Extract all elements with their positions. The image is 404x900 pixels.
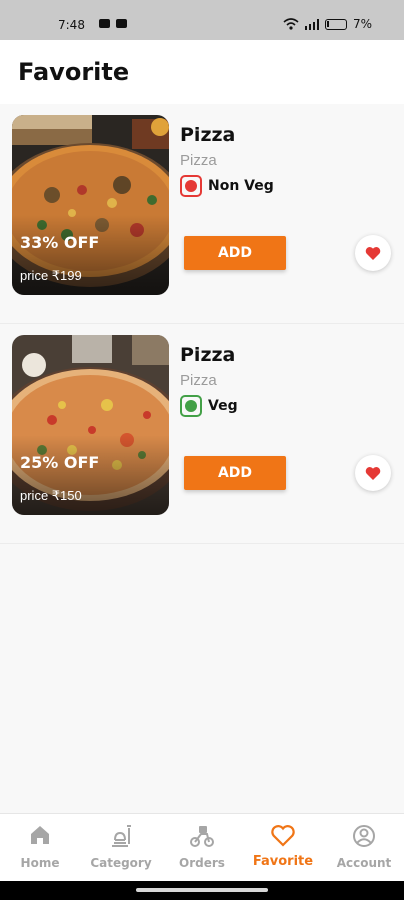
price-label: price ₹150 bbox=[20, 488, 82, 503]
non-veg-icon bbox=[180, 175, 202, 197]
remove-favorite-button[interactable] bbox=[355, 455, 391, 491]
item-name: Pizza bbox=[180, 124, 236, 146]
favorite-item[interactable]: 25% OFF price ₹150 Pizza Pizza Veg ADD bbox=[0, 324, 404, 544]
nav-orders[interactable]: Orders bbox=[162, 814, 242, 882]
diet-label: Non Veg bbox=[208, 178, 274, 194]
nav-home[interactable]: Home bbox=[0, 814, 80, 882]
veg-icon bbox=[180, 395, 202, 417]
heart-icon bbox=[365, 466, 381, 480]
battery-percent: 7% bbox=[352, 17, 372, 31]
nav-label: Category bbox=[90, 856, 152, 870]
favorite-item[interactable]: 33% OFF price ₹199 Pizza Pizza Non Veg A… bbox=[0, 104, 404, 324]
item-info: Pizza Pizza Veg bbox=[180, 344, 238, 417]
nav-category[interactable]: Category bbox=[81, 814, 161, 882]
add-button[interactable]: ADD bbox=[184, 236, 286, 270]
notification-icon bbox=[99, 19, 110, 28]
discount-label: 25% OFF bbox=[20, 453, 100, 472]
bottom-nav: Home Category Orders Favorite Account bbox=[0, 813, 404, 881]
nav-label: Orders bbox=[179, 856, 225, 870]
status-time: 7:48 bbox=[58, 18, 85, 32]
item-category: Pizza bbox=[180, 152, 217, 169]
account-icon bbox=[353, 825, 375, 847]
notification-icons bbox=[99, 19, 127, 28]
nav-label: Account bbox=[336, 856, 392, 870]
youtube-icon bbox=[116, 19, 127, 28]
orders-icon bbox=[190, 826, 214, 847]
diet-indicator: Non Veg bbox=[180, 175, 274, 197]
page-title: Favorite bbox=[18, 58, 130, 86]
heart-icon bbox=[365, 246, 381, 260]
nav-account[interactable]: Account bbox=[324, 814, 404, 882]
category-icon bbox=[112, 825, 131, 847]
app-header: Favorite bbox=[0, 40, 404, 104]
nav-label: Home bbox=[20, 856, 60, 870]
food-image[interactable]: 33% OFF price ₹199 bbox=[12, 115, 169, 295]
gesture-bar bbox=[0, 881, 404, 900]
item-name: Pizza bbox=[180, 344, 236, 366]
heart-icon bbox=[271, 825, 295, 847]
status-bar: 7:48 7% bbox=[0, 0, 404, 40]
diet-indicator: Veg bbox=[180, 395, 238, 417]
price-label: price ₹199 bbox=[20, 268, 82, 283]
home-indicator[interactable] bbox=[136, 888, 268, 892]
home-icon bbox=[31, 826, 49, 844]
nav-label: Favorite bbox=[252, 854, 314, 869]
add-button[interactable]: ADD bbox=[184, 456, 286, 490]
item-info: Pizza Pizza Non Veg bbox=[180, 124, 274, 197]
item-category: Pizza bbox=[180, 372, 217, 389]
diet-label: Veg bbox=[208, 398, 238, 414]
discount-label: 33% OFF bbox=[20, 233, 100, 252]
food-image[interactable]: 25% OFF price ₹150 bbox=[12, 335, 169, 515]
battery-icon bbox=[324, 18, 347, 30]
nav-favorite[interactable]: Favorite bbox=[243, 814, 323, 882]
wifi-icon bbox=[283, 18, 299, 30]
signal-icon bbox=[304, 18, 319, 30]
status-indicators: 7% bbox=[283, 17, 372, 31]
remove-favorite-button[interactable] bbox=[355, 235, 391, 271]
